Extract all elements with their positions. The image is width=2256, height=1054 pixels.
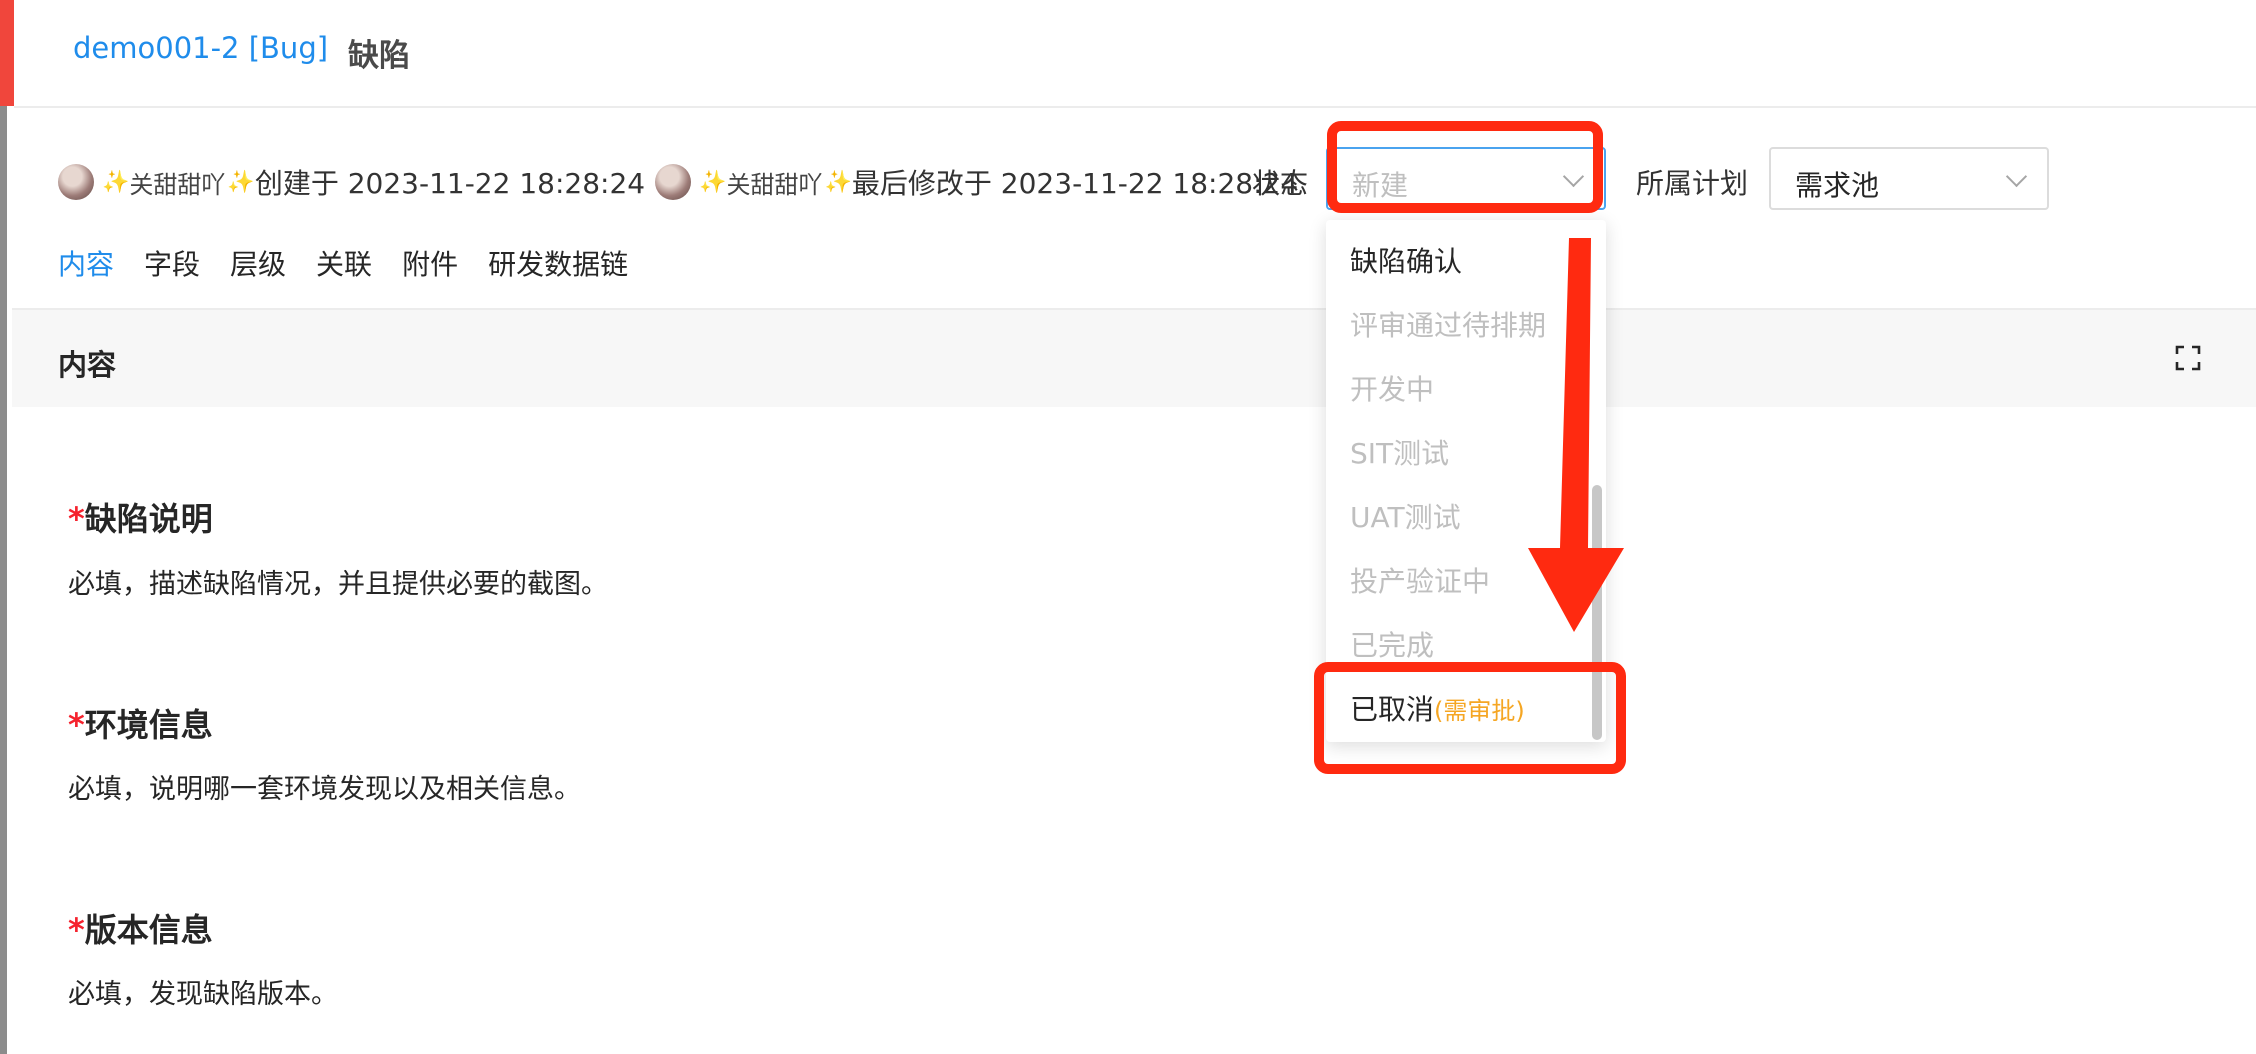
creator-name[interactable]: 关甜甜吖 [129,165,225,200]
tab-content[interactable]: 内容 [58,243,114,283]
plan-value: 需求池 [1795,169,1880,202]
tab-bar: 内容 字段 层级 关联 附件 研发数据链 [58,243,658,283]
option-uat-testing: UAT测试 [1350,501,1461,534]
issue-type-label: 缺陷 [348,38,410,74]
option-production-verification: 投产验证中 [1350,565,1491,598]
meta-row: ✨ 关甜甜吖 ✨ 创建于 2023-11-22 18:28:24 ✨ 关甜甜吖 … [58,158,1298,206]
content-section-header: 内容 [12,308,2256,407]
field-desc-defect-description: 必填，描述缺陷情况，并且提供必要的截图。 [68,569,608,600]
option-sit-testing: SIT测试 [1350,437,1450,470]
field-desc-environment: 必填，说明哪一套环境发现以及相关信息。 [68,774,581,805]
option-defect-confirm[interactable]: 缺陷确认 [1350,240,1462,280]
chevron-down-icon [2005,165,2028,188]
required-mark: * [68,911,85,949]
plan-select[interactable]: 需求池 [1769,147,2049,210]
field-title-defect-description: *缺陷说明 [68,500,213,538]
tab-links[interactable]: 关联 [316,243,372,283]
fullscreen-icon[interactable] [2175,345,2201,371]
issue-id-link[interactable]: demo001-2 [Bug] [73,31,328,65]
window-left-edge [0,0,7,1054]
field-title-version: *版本信息 [68,911,213,949]
modified-text: 最后修改于 2023-11-22 18:28:24 [851,167,1299,200]
active-indicator [0,0,14,106]
crown-icon: ✨ [227,169,255,195]
modifier-name[interactable]: 关甜甜吖 [727,165,823,200]
crown-icon: ✨ [824,169,852,195]
status-label: 状态 [1252,167,1309,200]
highlight-cancelled-option [1314,662,1626,774]
field-desc-version: 必填，发现缺陷版本。 [68,979,338,1010]
section-title: 内容 [58,348,117,382]
crown-icon: ✨ [102,169,130,195]
required-mark: * [68,706,85,744]
required-mark: * [68,500,85,538]
tab-fields[interactable]: 字段 [144,243,200,283]
tab-dev-data-chain[interactable]: 研发数据链 [488,243,628,283]
field-title-environment: *环境信息 [68,706,213,744]
page-header: demo001-2 [Bug] 缺陷 [14,0,2256,108]
tab-attachments[interactable]: 附件 [402,243,458,283]
option-completed: 已完成 [1350,629,1435,662]
modifier-avatar [655,164,692,200]
option-review-passed: 评审通过待排期 [1350,309,1547,342]
created-text: 创建于 2023-11-22 18:28:24 [254,167,646,200]
highlight-status-select [1327,121,1603,213]
crown-icon: ✨ [699,169,727,195]
creator-avatar [58,164,94,200]
option-in-development: 开发中 [1350,373,1435,406]
tab-hierarchy[interactable]: 层级 [230,243,286,283]
arrow-down-icon [1528,238,1624,632]
plan-label: 所属计划 [1636,167,1749,200]
